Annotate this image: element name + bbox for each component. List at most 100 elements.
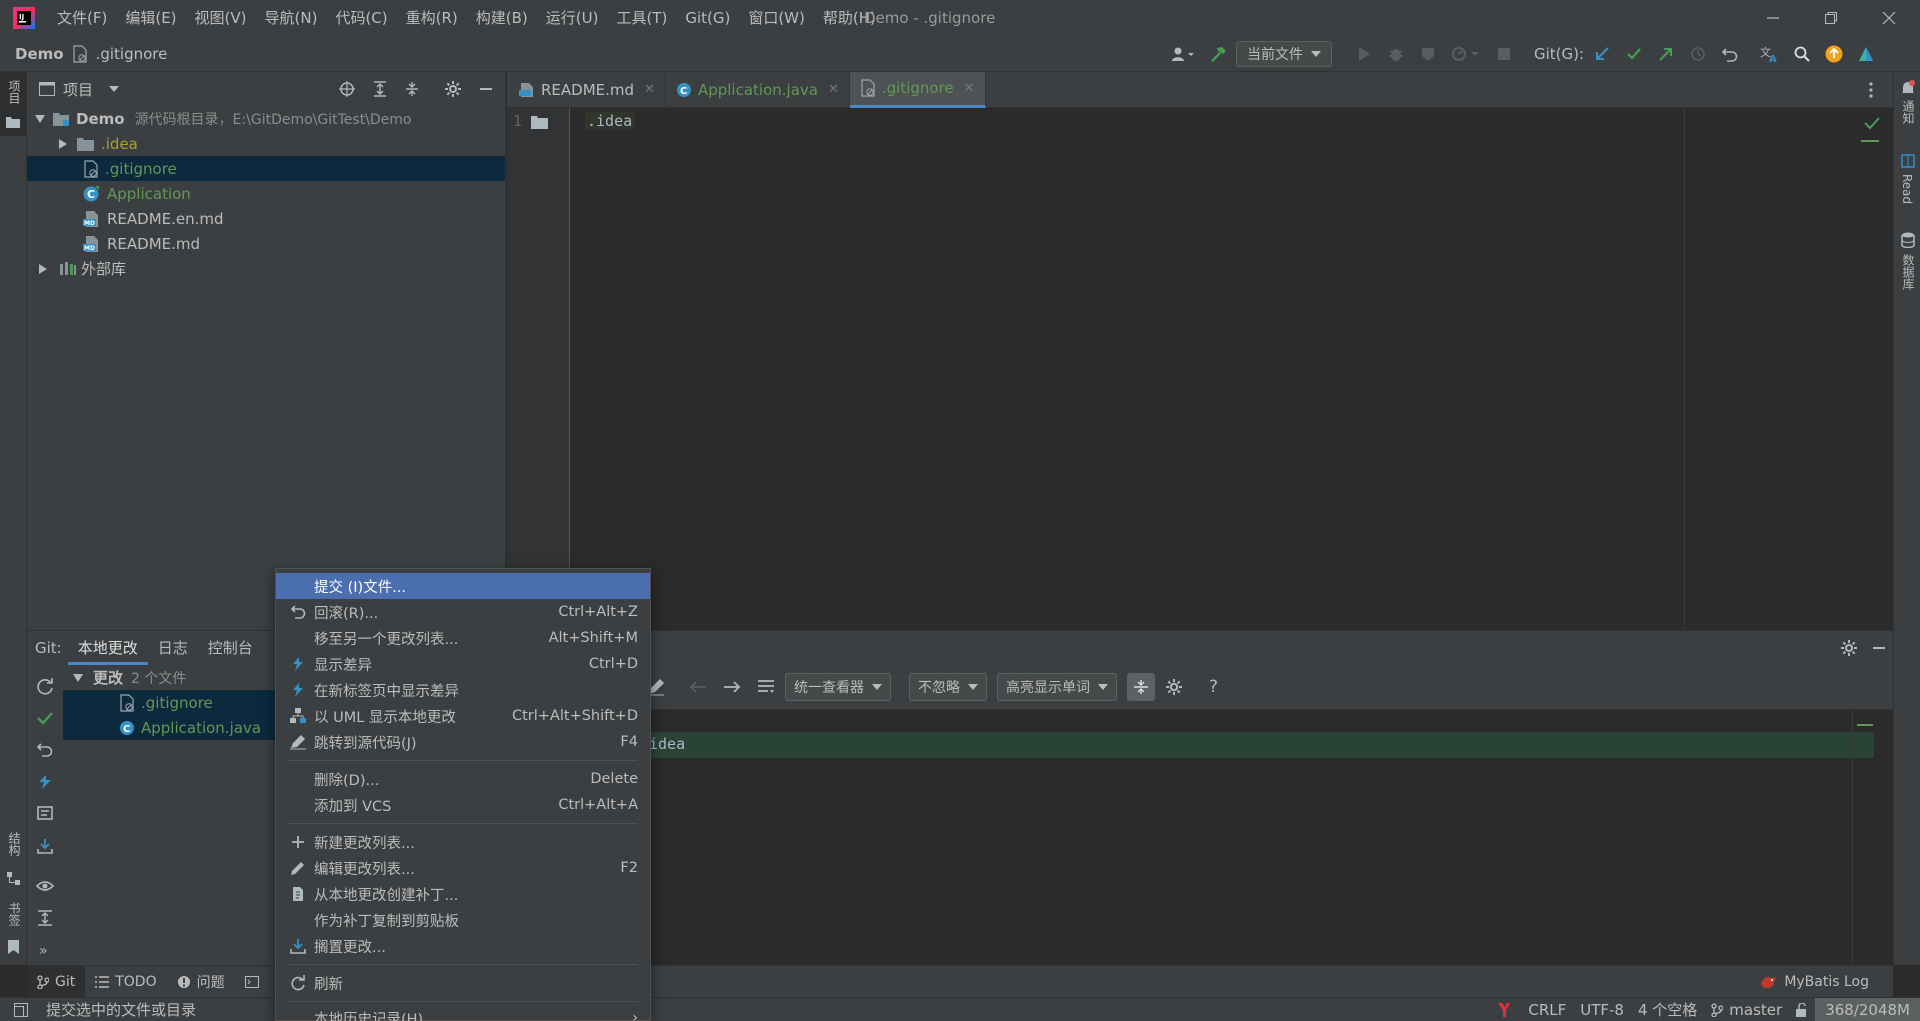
list-changes-icon[interactable] — [757, 679, 775, 695]
diff-content[interactable]: idea — [647, 710, 1893, 966]
tab-log[interactable]: 日志 — [148, 631, 198, 665]
git-update-icon[interactable] — [1588, 40, 1616, 68]
menu-item-local-history[interactable]: 本地历史记录(H) › — [276, 1007, 650, 1021]
eye-icon[interactable] — [36, 877, 54, 895]
profiler-icon[interactable] — [1446, 40, 1486, 68]
translate-icon[interactable]: 文A — [1756, 40, 1784, 68]
expand-all-icon[interactable] — [36, 909, 54, 927]
tree-item-external-libraries[interactable]: 外部库 — [27, 256, 505, 281]
arrow-left-icon[interactable] — [689, 680, 707, 694]
menu-window[interactable]: 窗口(W) — [739, 0, 814, 36]
menu-item-create-patch[interactable]: 从本地更改创建补丁... — [276, 881, 650, 907]
tree-item-readme-en[interactable]: MD README.en.md — [27, 206, 505, 231]
close-tab-icon[interactable]: ✕ — [644, 82, 655, 97]
highlight-mode-dropdown[interactable]: 高亮显示单词 — [997, 673, 1117, 701]
project-tool-tab[interactable]: 项目 — [0, 72, 27, 136]
tool-tab-problems[interactable]: 问题 — [167, 966, 235, 998]
chevron-down-icon[interactable] — [109, 86, 120, 92]
tab-gitignore[interactable]: .gitignore ✕ — [849, 71, 986, 108]
chevron-down-icon[interactable] — [73, 673, 83, 682]
menu-code[interactable]: 代码(C) — [326, 0, 396, 36]
menu-run[interactable]: 运行(U) — [537, 0, 608, 36]
coverage-icon[interactable] — [1414, 40, 1442, 68]
menu-item-rollback[interactable]: 回滚(R)... Ctrl+Alt+Z — [276, 599, 650, 625]
breadcrumb-project[interactable]: Demo — [15, 45, 64, 63]
shelve-icon[interactable] — [36, 837, 54, 855]
tree-item-demo[interactable]: Demo 源代码根目录，E:\GitDemo\GitTest\Demo — [27, 106, 505, 131]
structure-tool-tab[interactable]: 结构 — [0, 832, 27, 902]
menu-item-copy-as-patch[interactable]: 作为补丁复制到剪贴板 — [276, 907, 650, 933]
expand-all-icon[interactable] — [373, 81, 387, 97]
tree-item-gitignore[interactable]: .gitignore — [27, 156, 505, 181]
more-tabs-icon[interactable] — [1861, 80, 1881, 100]
minimize-button[interactable] — [1750, 0, 1796, 36]
tool-tab-git[interactable]: Git — [27, 965, 86, 998]
collapse-unchanged-button[interactable] — [1127, 673, 1155, 701]
tool-tab-terminal[interactable] — [235, 966, 269, 998]
yaml-plugin-icon[interactable] — [1497, 1002, 1511, 1018]
menu-file[interactable]: 文件(F) — [48, 0, 116, 36]
rollback-icon[interactable] — [1716, 40, 1744, 68]
chevron-right-icon[interactable] — [39, 263, 47, 274]
menu-navigate[interactable]: 导航(N) — [256, 0, 327, 36]
locate-file-icon[interactable] — [339, 81, 355, 97]
close-window-button[interactable] — [1866, 0, 1912, 36]
menu-item-add-to-vcs[interactable]: 添加到 VCS Ctrl+Alt+A — [276, 792, 650, 818]
tab-application-java[interactable]: C Application.java ✕ — [666, 71, 850, 108]
search-icon[interactable] — [1788, 40, 1816, 68]
line-separator[interactable]: CRLF — [1521, 1001, 1573, 1019]
changelist-default[interactable]: 更改 2 个文件 — [63, 665, 303, 690]
ide-update-icon[interactable] — [1820, 40, 1848, 68]
changed-file-application[interactable]: C Application.java — [63, 715, 303, 740]
menu-item-show-diff[interactable]: 显示差异 Ctrl+D — [276, 651, 650, 677]
toggle-tool-windows-icon[interactable] — [14, 1002, 28, 1017]
menu-item-shelve[interactable]: 搁置更改... — [276, 933, 650, 959]
menu-item-move-to-changelist[interactable]: 移至另一个更改列表... Alt+Shift+M — [276, 625, 650, 651]
hide-panel-icon[interactable] — [1872, 641, 1886, 655]
collapse-all-icon[interactable] — [405, 81, 419, 97]
indent-setting[interactable]: 4 个空格 — [1631, 999, 1704, 1020]
tab-readme[interactable]: README.md ✕ — [507, 71, 666, 108]
close-tab-icon[interactable]: ✕ — [828, 82, 839, 97]
menu-item-new-changelist[interactable]: 新建更改列表... — [276, 829, 650, 855]
tree-item-application[interactable]: C Application — [27, 181, 505, 206]
viewer-mode-dropdown[interactable]: 统一查看器 — [785, 673, 891, 701]
close-tab-icon[interactable]: ✕ — [964, 81, 975, 96]
menu-item-commit-files[interactable]: 提交 (I)文件... — [276, 573, 650, 599]
menu-build[interactable]: 构建(B) — [467, 0, 537, 36]
project-panel-title[interactable]: 项目 — [63, 79, 93, 100]
build-hammer-icon[interactable] — [1204, 40, 1232, 68]
gear-icon[interactable] — [1841, 640, 1857, 656]
ignore-whitespace-dropdown[interactable]: 不忽略 — [909, 673, 987, 701]
menu-git[interactable]: Git(G) — [676, 0, 739, 36]
changed-file-gitignore[interactable]: .gitignore — [63, 690, 303, 715]
hide-panel-icon[interactable] — [479, 82, 493, 96]
git-push-icon[interactable] — [1652, 40, 1680, 68]
plugin-logo-icon[interactable] — [1852, 40, 1880, 68]
git-commit-icon[interactable] — [1620, 40, 1648, 68]
run-configuration-dropdown[interactable]: 当前文件 — [1236, 41, 1332, 67]
rollback-icon[interactable] — [36, 741, 54, 759]
tab-local-changes[interactable]: 本地更改 — [67, 631, 148, 665]
memory-indicator[interactable]: 368/2048M — [1815, 998, 1920, 1021]
restore-button[interactable] — [1808, 0, 1854, 36]
menu-item-diff-new-tab[interactable]: 在新标签页中显示差异 — [276, 677, 650, 703]
chevron-down-icon[interactable] — [35, 114, 45, 123]
run-icon[interactable] — [1350, 40, 1378, 68]
tree-item-idea[interactable]: .idea — [27, 131, 505, 156]
git-branch-widget[interactable]: master — [1704, 1001, 1789, 1019]
breadcrumb-file[interactable]: .gitignore — [96, 45, 168, 63]
menu-item-delete[interactable]: 删除(D)... Delete — [276, 766, 650, 792]
tool-tab-mybatis-log[interactable]: MyBatis Log — [1750, 966, 1879, 998]
help-icon[interactable]: ? — [1209, 677, 1218, 697]
bookmarks-tool-tab[interactable]: 书签 — [0, 902, 27, 962]
menu-item-uml-changes[interactable]: 以 UML 显示本地更改 Ctrl+Alt+Shift+D — [276, 703, 650, 729]
unlock-icon[interactable] — [1795, 1002, 1809, 1017]
tab-console[interactable]: 控制台 — [198, 631, 263, 665]
menu-item-jump-to-source[interactable]: 跳转到源代码(J) F4 — [276, 729, 650, 755]
show-diff-icon[interactable] — [36, 773, 54, 791]
arrow-right-icon[interactable] — [723, 680, 741, 694]
refresh-icon[interactable] — [36, 677, 54, 695]
commit-check-icon[interactable] — [36, 709, 54, 727]
menu-edit[interactable]: 编辑(E) — [116, 0, 185, 36]
